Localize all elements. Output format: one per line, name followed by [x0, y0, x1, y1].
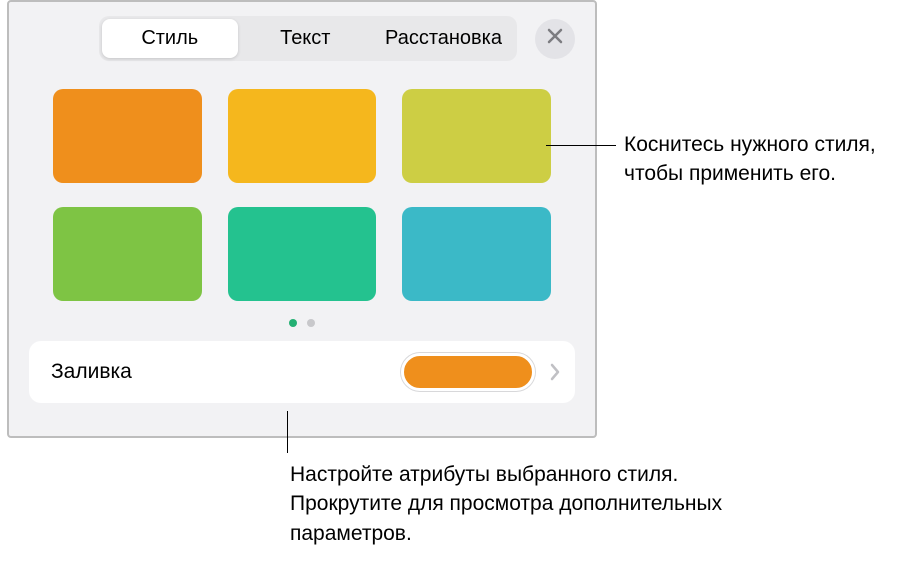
- page-dot-1: [289, 319, 297, 327]
- style-swatch-6[interactable]: [402, 207, 551, 301]
- close-button[interactable]: [535, 19, 575, 59]
- style-swatch-3[interactable]: [402, 89, 551, 183]
- fill-color-swatch[interactable]: [401, 353, 535, 391]
- page-indicator[interactable]: [9, 319, 595, 327]
- callout-tap-style: Коснитесь нужного стиля, чтобы применить…: [624, 130, 894, 189]
- style-swatch-5[interactable]: [228, 207, 377, 301]
- style-swatch-grid: [9, 61, 595, 311]
- tabs-row: Стиль Текст Расстановка: [9, 2, 595, 61]
- chevron-right-icon: [549, 363, 561, 381]
- style-swatch-4[interactable]: [53, 207, 202, 301]
- format-panel: Стиль Текст Расстановка Заливка: [7, 0, 597, 438]
- tab-style[interactable]: Стиль: [102, 19, 238, 58]
- style-swatch-2[interactable]: [228, 89, 377, 183]
- callout-leader-bottom: [287, 411, 288, 453]
- tab-arrange[interactable]: Расстановка: [373, 19, 514, 58]
- tabs: Стиль Текст Расстановка: [99, 16, 517, 61]
- close-icon: [546, 27, 564, 50]
- callout-adjust: Настройте атрибуты выбранного стиля. Про…: [290, 460, 750, 548]
- callout-leader-right: [546, 145, 616, 146]
- fill-row[interactable]: Заливка: [29, 341, 575, 403]
- tab-text[interactable]: Текст: [238, 19, 374, 58]
- style-swatch-1[interactable]: [53, 89, 202, 183]
- fill-label: Заливка: [51, 360, 401, 384]
- page-dot-2: [307, 319, 315, 327]
